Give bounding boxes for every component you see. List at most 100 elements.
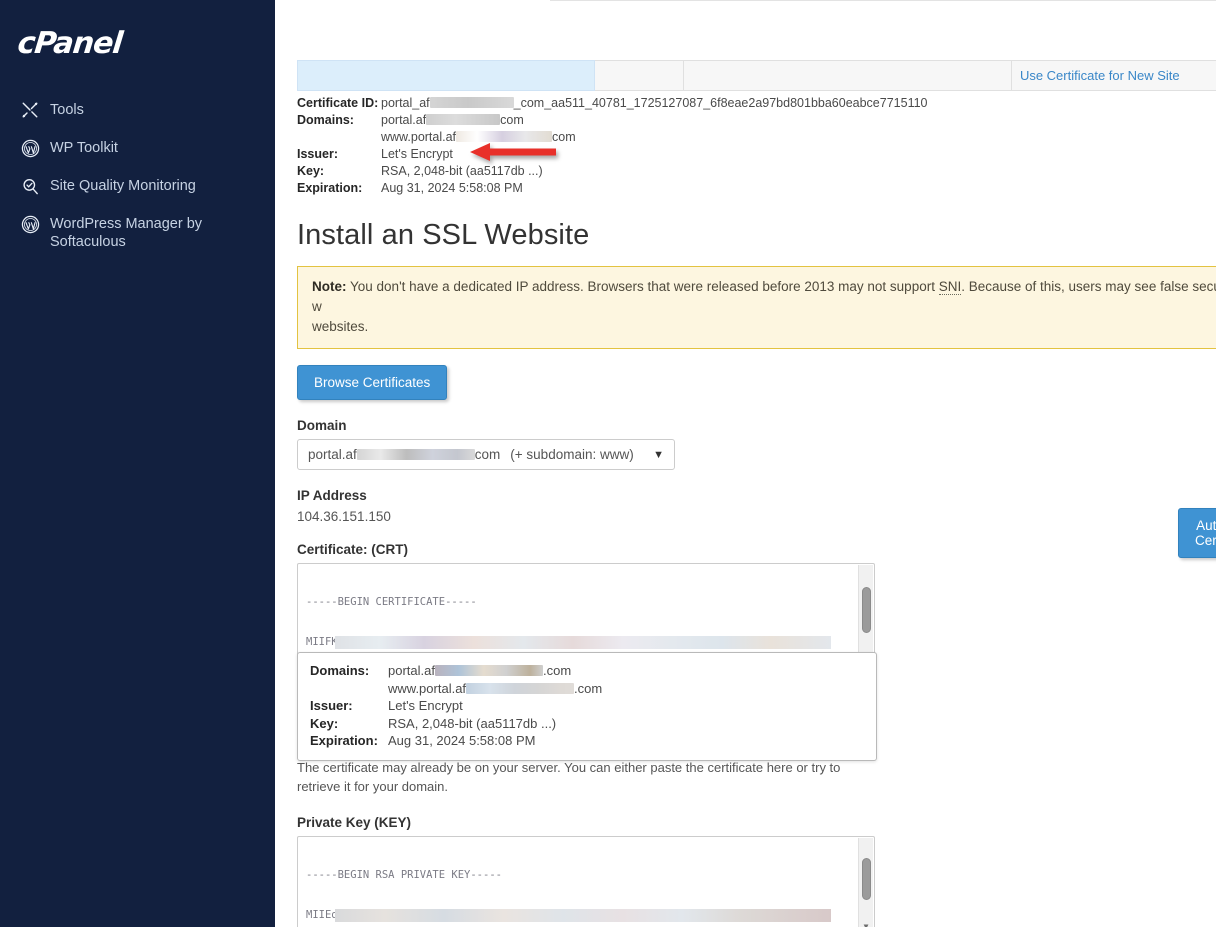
sidebar-item-wordpress-manager[interactable]: WordPress Manager by Softaculous [0, 205, 275, 260]
expiration-row: Expiration: Aug 31, 2024 5:58:08 PM [297, 180, 1216, 197]
pem-line: MIIEow [306, 909, 866, 923]
tooltip-issuer-label: Issuer: [310, 698, 353, 713]
table-row[interactable]: Use Certificate for New Site [297, 60, 1216, 91]
note-text-1: You don't have a dedicated IP address. B… [346, 279, 939, 294]
autofill-by-certificate-button[interactable]: Autofill by Certificate [1178, 508, 1216, 558]
sidebar-nav: Tools WP Toolkit Site Quality Monitoring… [0, 91, 275, 260]
certificate-crt-label: Certificate: (CRT) [297, 542, 409, 557]
redacted-block [335, 909, 831, 923]
tools-icon [20, 100, 40, 120]
certificate-id-row: Certificate ID: portal_af _com_aa511_4078… [297, 95, 1216, 112]
sidebar-item-label: WordPress Manager by Softaculous [50, 216, 203, 250]
certificate-id-suffix: _com_aa511_40781_1725127087_6f8eae2a97bd… [513, 96, 928, 110]
table-cell-blank-1 [593, 60, 684, 91]
tooltip-expiration-row: Expiration: Aug 31, 2024 5:58:08 PM [310, 732, 864, 750]
certificate-id-label: Certificate ID: [297, 96, 379, 110]
domain-suffix: .com [542, 663, 572, 678]
tooltip-key-label: Key: [310, 715, 339, 731]
tooltip-domain-1: portal.af .com [388, 662, 571, 680]
sidebar-item-wp-toolkit[interactable]: WP Toolkit [0, 129, 275, 167]
key-value: RSA, 2,048-bit (aa5117db ...) [381, 164, 543, 178]
browse-certificates-button[interactable]: Browse Certificates [297, 365, 448, 400]
top-divider [550, 0, 1216, 1]
domains-label: Domains: [297, 113, 354, 127]
certificate-id-value: portal_af _com_aa511_40781_1725127087_6f8… [381, 95, 928, 112]
tooltip-key-row: Key: RSA, 2,048-bit (aa5117db ...) [310, 715, 864, 733]
domain-label: Domain [297, 418, 347, 433]
domain-suffix: com [500, 113, 524, 127]
pem-line: MIIFKDC [306, 636, 866, 650]
ip-address-value: 104.36.151.150 [297, 509, 391, 524]
domain-prefix: portal.af [388, 663, 435, 678]
table-cell-selected[interactable] [297, 60, 595, 91]
tooltip-issuer-value: Let's Encrypt [388, 698, 463, 713]
private-key-textarea[interactable]: -----BEGIN RSA PRIVATE KEY----- MIIEow r… [297, 836, 875, 927]
redacted-block [356, 449, 475, 460]
tooltip-domains-label: Domains: [310, 663, 370, 678]
table-cell-action[interactable]: Use Certificate for New Site [1010, 60, 1216, 91]
redacted-block [426, 114, 501, 125]
certificate-details-tooltip: Domains: portal.af .com www.portal.af .com… [297, 652, 877, 761]
search-quality-icon [20, 176, 40, 196]
domain-prefix: www.portal.af [381, 130, 457, 144]
redacted-block [335, 636, 831, 650]
sidebar-item-tools[interactable]: Tools [0, 91, 275, 129]
tooltip-expiration-label: Expiration: [310, 733, 378, 748]
certificate-table: Use Certificate for New Site [297, 60, 1216, 91]
sidebar-item-label: WP Toolkit [50, 140, 118, 156]
sidebar: cPanel Tools WP Toolkit Site Quality Mon… [0, 0, 275, 927]
pem-header: -----BEGIN RSA PRIVATE KEY----- [306, 869, 502, 882]
tooltip-issuer-row: Issuer: Let's Encrypt [310, 697, 864, 715]
domain-value-1: portal.af com [381, 112, 524, 129]
wordpress-icon [20, 138, 40, 158]
note-prefix: Note: [312, 279, 347, 294]
tooltip-expiration-value: Aug 31, 2024 5:58:08 PM [388, 733, 536, 748]
scrollbar-thumb[interactable] [862, 587, 871, 633]
sidebar-item-label: Tools [50, 102, 84, 118]
sidebar-item-site-quality-monitoring[interactable]: Site Quality Monitoring [0, 167, 275, 205]
domain-selected-prefix: portal.af [308, 447, 357, 462]
cpanel-logo[interactable]: cPanel [0, 22, 277, 61]
domain-subdomain-note: (+ subdomain: www) [510, 447, 634, 462]
domain-select[interactable]: portal.af com (+ subdomain: www) ▼ [297, 439, 675, 470]
key-label: Key: [297, 164, 325, 178]
sidebar-item-label: Site Quality Monitoring [50, 178, 196, 194]
certificate-helper-text: The certificate may already be on your s… [297, 760, 841, 794]
expiration-label: Expiration: [297, 181, 363, 195]
issuer-label: Issuer: [297, 147, 338, 161]
pem-header: -----BEGIN CERTIFICATE----- [306, 596, 477, 609]
domain-prefix: www.portal.af [388, 680, 467, 696]
issuer-value: Let's Encrypt [381, 147, 453, 161]
issuer-row: Issuer: Let's Encrypt [297, 146, 1216, 163]
domain-suffix: .com [574, 680, 603, 696]
domains-row: Domains: portal.af com [297, 112, 1216, 129]
tooltip-domains-row: Domains: portal.af .com [310, 662, 864, 680]
domain-prefix: portal.af [381, 113, 427, 127]
scroll-down-arrow-icon[interactable]: ▼ [859, 919, 873, 927]
redacted-block [456, 131, 553, 142]
private-key-textarea-wrapper: -----BEGIN RSA PRIVATE KEY----- MIIEow r… [297, 836, 875, 927]
use-certificate-for-new-site-link[interactable]: Use Certificate for New Site [1020, 68, 1180, 83]
table-cell-blank-2 [682, 60, 1012, 91]
scrollbar-thumb[interactable] [862, 858, 871, 900]
ip-address-label: IP Address [297, 488, 367, 503]
sni-abbr: SNI [938, 279, 962, 295]
key-row: Key: RSA, 2,048-bit (aa5117db ...) [297, 163, 1216, 180]
redacted-block [434, 665, 543, 676]
page-title: Install an SSL Website [297, 219, 590, 251]
tooltip-domain-2: www.portal.af .com [310, 680, 864, 698]
domain-value-2: www.portal.af com [297, 129, 1216, 146]
tooltip-key-value: RSA, 2,048-bit (aa5117db ...) [388, 715, 557, 731]
domain-suffix: com [552, 130, 576, 144]
redacted-block [429, 97, 514, 108]
redacted-block [466, 682, 575, 694]
domain-selected-suffix: com [474, 447, 501, 462]
expiration-value: Aug 31, 2024 5:58:08 PM [381, 181, 523, 195]
certificate-summary: Certificate ID: portal_af _com_aa511_4078… [297, 95, 1216, 197]
private-key-label: Private Key (KEY) [297, 815, 412, 830]
private-key-scrollbar[interactable]: ▲ ▼ [858, 838, 873, 927]
chevron-down-icon: ▼ [653, 448, 664, 461]
certificate-id-prefix: portal_af [381, 96, 430, 110]
cpanel-ssl-install-page: cPanel Tools WP Toolkit Site Quality Mon… [0, 0, 1216, 927]
wordpress-icon [20, 214, 40, 234]
